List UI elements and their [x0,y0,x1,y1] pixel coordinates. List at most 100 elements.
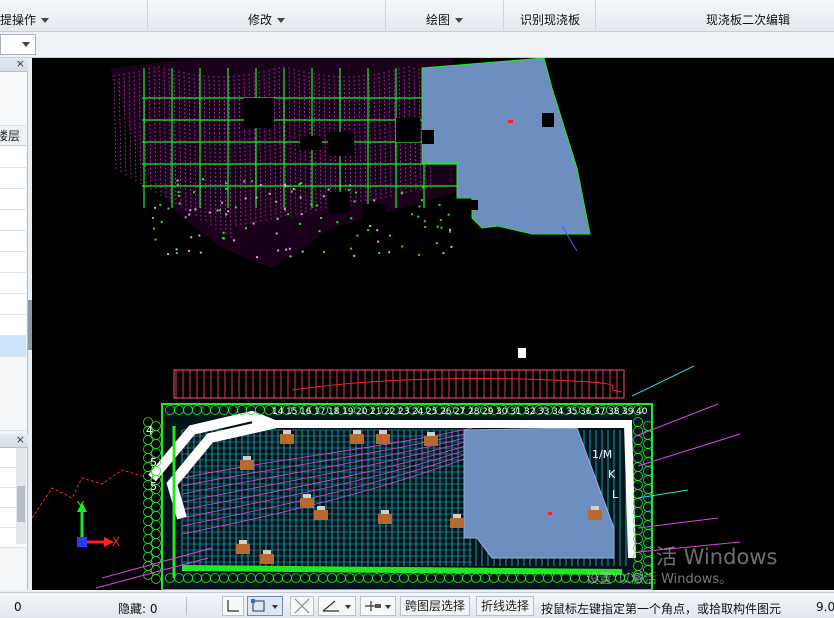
close-icon[interactable]: × [16,433,25,446]
stair-block [239,540,247,544]
opening [244,98,274,128]
speck [418,253,421,256]
speck [418,205,421,208]
speck [287,213,290,216]
speck [339,184,342,187]
speck [225,213,228,216]
ribbon-group-draw[interactable]: 绘图 [386,0,504,32]
list-item[interactable] [0,189,26,210]
axis-label: 15 [286,407,297,417]
cross-button[interactable] [290,596,314,616]
stair-block [450,518,464,528]
stair-block [424,436,438,446]
speck [159,203,162,206]
speck [336,221,339,224]
speck [289,255,292,258]
leader-line [631,365,695,397]
axis-label: 26 [440,407,452,417]
stair-block [453,514,461,518]
floor-select[interactable] [0,34,36,55]
panel-toolbar-area [0,72,26,126]
axis-label: 24 [412,407,424,417]
drawing-canvas[interactable]: 14 15 16 17 18 19 20 21 22 23 24 25 26 27 28 29 30 31 32 33… [32,58,834,590]
speck [175,252,178,255]
speck [422,186,425,189]
speck [194,208,197,211]
list-item[interactable] [0,231,26,252]
dimension-button[interactable] [360,596,396,616]
stair-block [378,514,392,524]
speck [288,247,291,250]
list-item[interactable] [0,315,26,336]
cross-layer-select-button[interactable]: 跨图层选择 [400,596,471,616]
speck [198,234,201,237]
panel-scrollbar[interactable] [16,448,26,544]
stair-block [427,432,435,436]
axis-bubble [143,507,153,517]
ribbon-operations-label[interactable]: 提操作 [0,11,50,28]
ribbon-recognize-slab-label[interactable]: 识别现浇板 [520,11,580,28]
speck [177,194,180,197]
list-item[interactable] [0,210,26,231]
ribbon-group-operations[interactable]: 提操作 [0,0,148,32]
cross-icon [294,598,310,614]
polyline-select-button[interactable]: 折线选择 [476,596,535,616]
axis-label: 4 [146,424,153,437]
speck [199,251,202,254]
speck [225,187,228,190]
speck [218,209,221,212]
speck [190,236,193,239]
axis-label: 30 [496,407,508,417]
speck [424,225,427,228]
upper-slab-region[interactable] [421,58,591,235]
speck [389,234,392,237]
speck [188,213,191,216]
ortho-button[interactable] [222,596,244,616]
list-item[interactable] [0,294,26,315]
close-icon[interactable]: × [16,57,25,70]
chevron-down-icon [455,18,464,23]
speck [447,213,450,216]
speck [227,210,230,213]
axis-label: 33 [538,407,549,417]
speck [256,256,259,259]
speck [369,225,372,228]
list-item[interactable] [0,273,26,294]
axis-label: 39 [622,407,634,417]
list-item-selected[interactable] [0,336,26,357]
angle-button[interactable] [318,596,356,616]
ribbon-slab-edit-label[interactable]: 现浇板二次编辑 [706,11,790,28]
speck [277,249,280,252]
stair-block [260,554,274,564]
speck [323,251,326,254]
speck [436,225,439,228]
axis-label: 35 [566,407,577,417]
dimension-ticks [175,370,618,398]
stair-block [263,550,271,554]
speck [367,229,370,232]
speck [243,180,246,183]
axis-label: 19 [342,407,354,417]
stair-block [314,510,328,520]
stair-block [243,456,251,460]
ribbon-group-recognize-slab[interactable]: 识别现浇板 [504,0,596,32]
list-item[interactable] [0,147,26,168]
list-item[interactable] [0,252,26,273]
secondary-toolbar [0,32,834,58]
speck [276,217,279,220]
opening [396,118,420,142]
ribbon-draw-label[interactable]: 绘图 [426,11,464,28]
leader-line [637,433,741,467]
axis-bubble [151,493,161,503]
ribbon-group-slab-edit[interactable]: 现浇板二次编辑 [596,0,834,32]
snap-button[interactable] [247,596,283,616]
scrollbar-thumb[interactable] [17,486,25,522]
ribbon-group-modify[interactable]: 修改 [148,0,386,32]
cad-drawing: 14 15 16 17 18 19 20 21 22 23 24 25 26 27 28 29 30 31 32 33… [32,58,741,590]
speck [268,192,271,195]
axis-label: L [612,488,619,501]
list-item[interactable] [0,168,26,189]
speck [192,191,195,194]
ribbon-modify-label[interactable]: 修改 [248,11,286,28]
speck [221,237,224,240]
